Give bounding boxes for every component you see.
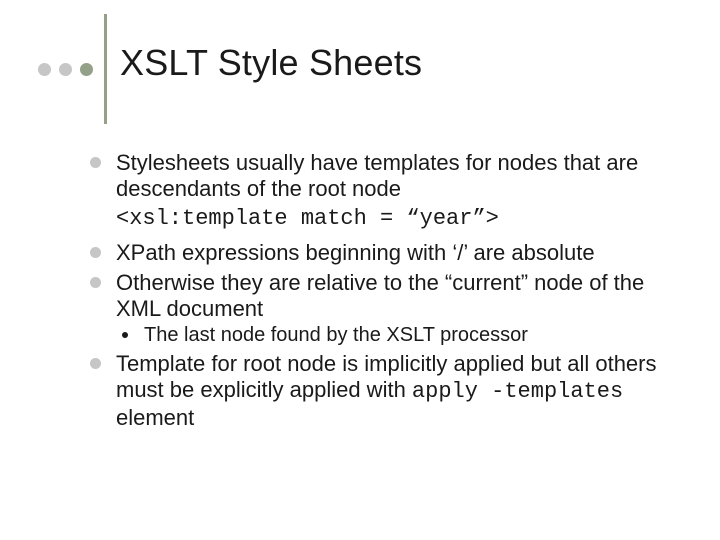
sub-bullet-list: The last node found by the XSLT processo… (116, 324, 676, 348)
inline-code: apply -templates (412, 379, 623, 404)
bullet-item: Template for root node is implicitly app… (86, 351, 676, 431)
bullet-item: Otherwise they are relative to the “curr… (86, 270, 676, 348)
vertical-rule (104, 14, 107, 124)
bullet-item: Stylesheets usually have templates for n… (86, 150, 676, 202)
slide-body: Stylesheets usually have templates for n… (86, 150, 676, 435)
decor-dots (38, 63, 93, 76)
code-line: <xsl:template match = “year”> (86, 206, 676, 232)
slide-title: XSLT Style Sheets (120, 42, 422, 84)
dot-icon (38, 63, 51, 76)
dot-icon (80, 63, 93, 76)
bullet-item: XPath expressions beginning with ‘/’ are… (86, 240, 676, 266)
bullet-text: element (116, 405, 194, 430)
bullet-list: Stylesheets usually have templates for n… (86, 150, 676, 431)
bullet-text: XPath expressions beginning with ‘/’ are… (116, 240, 595, 265)
bullet-text: Otherwise they are relative to the “curr… (116, 270, 644, 321)
bullet-text: Stylesheets usually have templates for n… (116, 150, 638, 201)
dot-icon (59, 63, 72, 76)
sub-bullet-item: The last node found by the XSLT processo… (116, 324, 676, 348)
slide: XSLT Style Sheets Stylesheets usually ha… (0, 0, 720, 540)
sub-bullet-text: The last node found by the XSLT processo… (144, 324, 528, 346)
